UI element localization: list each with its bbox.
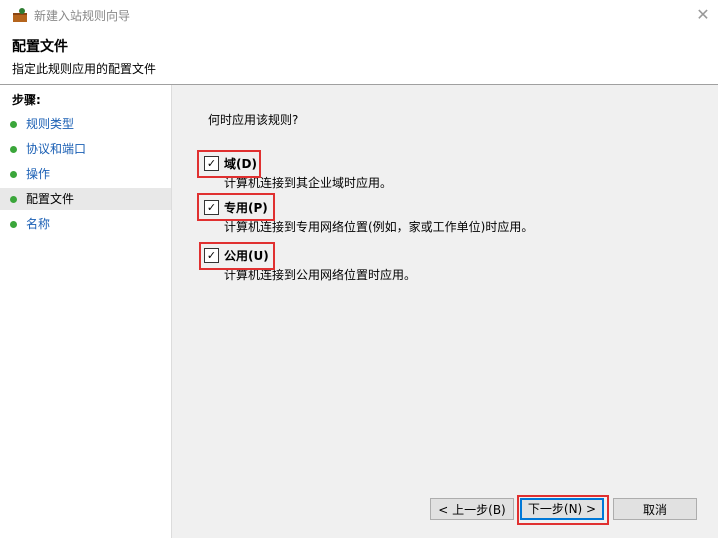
step-status-icon — [10, 121, 17, 128]
wizard-header: 配置文件 指定此规则应用的配置文件 — [0, 30, 718, 84]
step-label: 规则类型 — [26, 117, 75, 131]
step-profile[interactable]: 配置文件 — [0, 188, 171, 210]
step-label: 名称 — [26, 217, 51, 231]
question-text: 何时应用该规则? — [208, 113, 299, 127]
step-status-icon — [10, 196, 17, 203]
step-rule-type[interactable]: 规则类型 — [0, 113, 171, 135]
step-label: 操作 — [26, 167, 51, 181]
step-status-icon — [10, 146, 17, 153]
step-label: 协议和端口 — [26, 142, 87, 156]
step-label: 配置文件 — [26, 192, 75, 206]
domain-highlight-box — [197, 150, 261, 178]
close-icon: ✕ — [696, 5, 710, 24]
step-name[interactable]: 名称 — [0, 213, 171, 235]
step-status-icon — [10, 171, 17, 178]
step-action[interactable]: 操作 — [0, 163, 171, 185]
step-protocol-port[interactable]: 协议和端口 — [0, 138, 171, 160]
firewall-app-icon — [12, 7, 28, 23]
private-highlight-box — [197, 193, 275, 221]
close-button[interactable]: ✕ — [688, 0, 718, 30]
page-subtitle: 指定此规则应用的配置文件 — [12, 62, 157, 76]
back-button[interactable]: < 上一步(B) — [430, 498, 514, 520]
cancel-button[interactable]: 取消 — [613, 498, 697, 520]
page-title: 配置文件 — [12, 39, 68, 55]
window-title: 新建入站规则向导 — [34, 9, 131, 23]
title-bar: 新建入站规则向导 ✕ — [0, 0, 718, 30]
steps-sidebar: 步骤: 规则类型 协议和端口 操作 配置文件 名称 — [0, 85, 172, 538]
step-status-icon — [10, 221, 17, 228]
public-highlight-box — [199, 242, 275, 270]
next-highlight-box — [517, 495, 609, 525]
steps-heading: 步骤: — [12, 93, 41, 107]
main-panel: 何时应用该规则? ✓ 域(D) 计算机连接到其企业域时应用。 ✓ 专用(P) 计… — [172, 85, 718, 538]
